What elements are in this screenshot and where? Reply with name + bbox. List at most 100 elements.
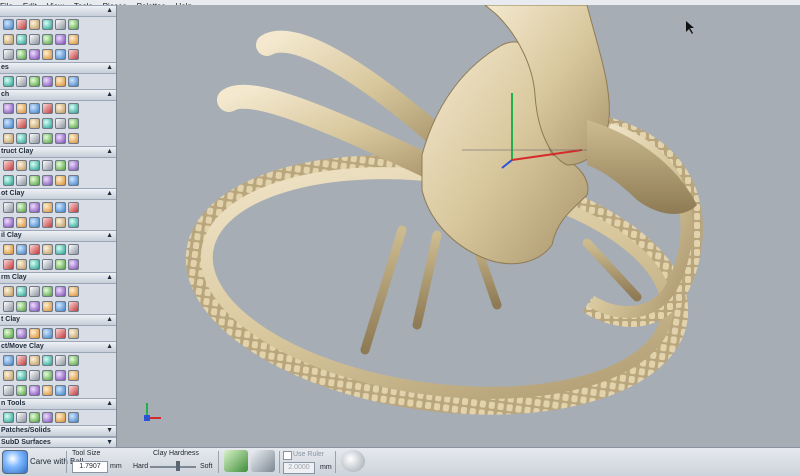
tool-button-icon[interactable] xyxy=(3,370,14,381)
tool-button-icon[interactable] xyxy=(16,328,27,339)
collapse-chevron-icon[interactable]: ▲ xyxy=(106,399,113,409)
clay-hardness-slider[interactable] xyxy=(150,466,196,468)
tool-button-icon[interactable] xyxy=(29,355,40,366)
tool-button-icon[interactable] xyxy=(68,244,79,255)
tool-button-icon[interactable] xyxy=(3,385,14,396)
tool-button-icon[interactable] xyxy=(3,175,14,186)
tool-button-icon[interactable] xyxy=(42,355,53,366)
tool-button-icon[interactable] xyxy=(3,103,14,114)
palette-section-header[interactable]: t Clay ▲ xyxy=(0,314,116,326)
tool-button-icon[interactable] xyxy=(16,118,27,129)
tool-button-icon[interactable] xyxy=(68,103,79,114)
collapse-chevron-icon[interactable]: ▲ xyxy=(106,90,113,100)
tool-button-icon[interactable] xyxy=(42,49,53,60)
expand-chevron-icon[interactable]: ▼ xyxy=(106,426,113,436)
tool-button-icon[interactable] xyxy=(55,385,66,396)
tool-button-icon[interactable] xyxy=(3,49,14,60)
tool-button-icon[interactable] xyxy=(68,118,79,129)
tool-button-icon[interactable] xyxy=(16,103,27,114)
tool-button-icon[interactable] xyxy=(3,355,14,366)
tool-button-icon[interactable] xyxy=(16,160,27,171)
3d-viewport[interactable] xyxy=(117,5,800,447)
tool-button-icon[interactable] xyxy=(68,217,79,228)
tool-button-icon[interactable] xyxy=(3,118,14,129)
tool-button-icon[interactable] xyxy=(16,217,27,228)
tool-button-icon[interactable] xyxy=(55,286,66,297)
tool-button-icon[interactable] xyxy=(3,217,14,228)
tool-button-icon[interactable] xyxy=(42,301,53,312)
tool-button-icon[interactable] xyxy=(16,76,27,87)
tool-button-icon[interactable] xyxy=(55,103,66,114)
tool-button-icon[interactable] xyxy=(29,385,40,396)
tool-button-icon[interactable] xyxy=(16,259,27,270)
tool-button-icon[interactable] xyxy=(42,286,53,297)
tool-button-icon[interactable] xyxy=(16,202,27,213)
tool-button-icon[interactable] xyxy=(16,286,27,297)
tool-button-icon[interactable] xyxy=(3,202,14,213)
collapse-chevron-icon[interactable]: ▲ xyxy=(106,231,113,241)
tool-button-icon[interactable] xyxy=(68,133,79,144)
tool-button-icon[interactable] xyxy=(42,412,53,423)
tool-button-icon[interactable] xyxy=(68,202,79,213)
tool-size-input[interactable]: 1.7907 xyxy=(72,461,108,473)
tool-button-icon[interactable] xyxy=(42,217,53,228)
reset-view-icon[interactable] xyxy=(341,450,365,472)
tool-button-icon[interactable] xyxy=(3,328,14,339)
tool-button-icon[interactable] xyxy=(42,133,53,144)
tool-button-icon[interactable] xyxy=(68,175,79,186)
palette-section-header[interactable]: ▲ xyxy=(0,5,116,17)
palette-section-header[interactable]: es ▲ xyxy=(0,62,116,74)
tool-button-icon[interactable] xyxy=(42,19,53,30)
tool-button-icon[interactable] xyxy=(55,19,66,30)
tool-button-icon[interactable] xyxy=(68,370,79,381)
tool-button-icon[interactable] xyxy=(29,370,40,381)
tool-button-icon[interactable] xyxy=(3,76,14,87)
collapse-chevron-icon[interactable]: ▲ xyxy=(106,6,113,16)
tool-button-icon[interactable] xyxy=(29,34,40,45)
tool-button-icon[interactable] xyxy=(42,259,53,270)
tool-button-icon[interactable] xyxy=(55,259,66,270)
tool-button-icon[interactable] xyxy=(29,175,40,186)
collapse-chevron-icon[interactable]: ▲ xyxy=(106,273,113,283)
tool-button-icon[interactable] xyxy=(3,412,14,423)
tool-button-icon[interactable] xyxy=(3,34,14,45)
tool-button-icon[interactable] xyxy=(3,160,14,171)
tool-button-icon[interactable] xyxy=(29,160,40,171)
collapse-chevron-icon[interactable]: ▲ xyxy=(106,147,113,157)
tool-button-icon[interactable] xyxy=(16,175,27,186)
snake-tool-icon[interactable] xyxy=(224,450,248,472)
tool-button-icon[interactable] xyxy=(55,133,66,144)
tool-button-icon[interactable] xyxy=(55,328,66,339)
tool-button-icon[interactable] xyxy=(29,118,40,129)
tool-button-icon[interactable] xyxy=(29,244,40,255)
tool-button-icon[interactable] xyxy=(16,301,27,312)
tool-button-icon[interactable] xyxy=(42,175,53,186)
tool-button-icon[interactable] xyxy=(29,328,40,339)
tool-button-icon[interactable] xyxy=(68,328,79,339)
tool-button-icon[interactable] xyxy=(55,217,66,228)
palette-section-header[interactable]: SubD Surfaces ▼ xyxy=(0,437,116,447)
tool-button-icon[interactable] xyxy=(3,244,14,255)
tool-button-icon[interactable] xyxy=(42,328,53,339)
tool-button-icon[interactable] xyxy=(29,76,40,87)
tool-button-icon[interactable] xyxy=(42,385,53,396)
carve-ball-icon[interactable] xyxy=(2,450,28,474)
tool-button-icon[interactable] xyxy=(55,301,66,312)
ruler-value-input[interactable]: 2.0000 xyxy=(283,462,315,474)
tool-button-icon[interactable] xyxy=(55,412,66,423)
tool-button-icon[interactable] xyxy=(3,286,14,297)
palette-section-header[interactable]: ch ▲ xyxy=(0,89,116,101)
tool-button-icon[interactable] xyxy=(55,49,66,60)
tool-button-icon[interactable] xyxy=(68,76,79,87)
palette-section-header[interactable]: Patches/Solids ▼ xyxy=(0,425,116,437)
tool-button-icon[interactable] xyxy=(16,355,27,366)
tool-button-icon[interactable] xyxy=(16,133,27,144)
tool-button-icon[interactable] xyxy=(68,301,79,312)
tool-button-icon[interactable] xyxy=(42,244,53,255)
tool-button-icon[interactable] xyxy=(55,202,66,213)
tool-button-icon[interactable] xyxy=(3,259,14,270)
expand-chevron-icon[interactable]: ▼ xyxy=(106,438,113,447)
tool-button-icon[interactable] xyxy=(68,49,79,60)
tool-button-icon[interactable] xyxy=(55,370,66,381)
tool-button-icon[interactable] xyxy=(16,370,27,381)
